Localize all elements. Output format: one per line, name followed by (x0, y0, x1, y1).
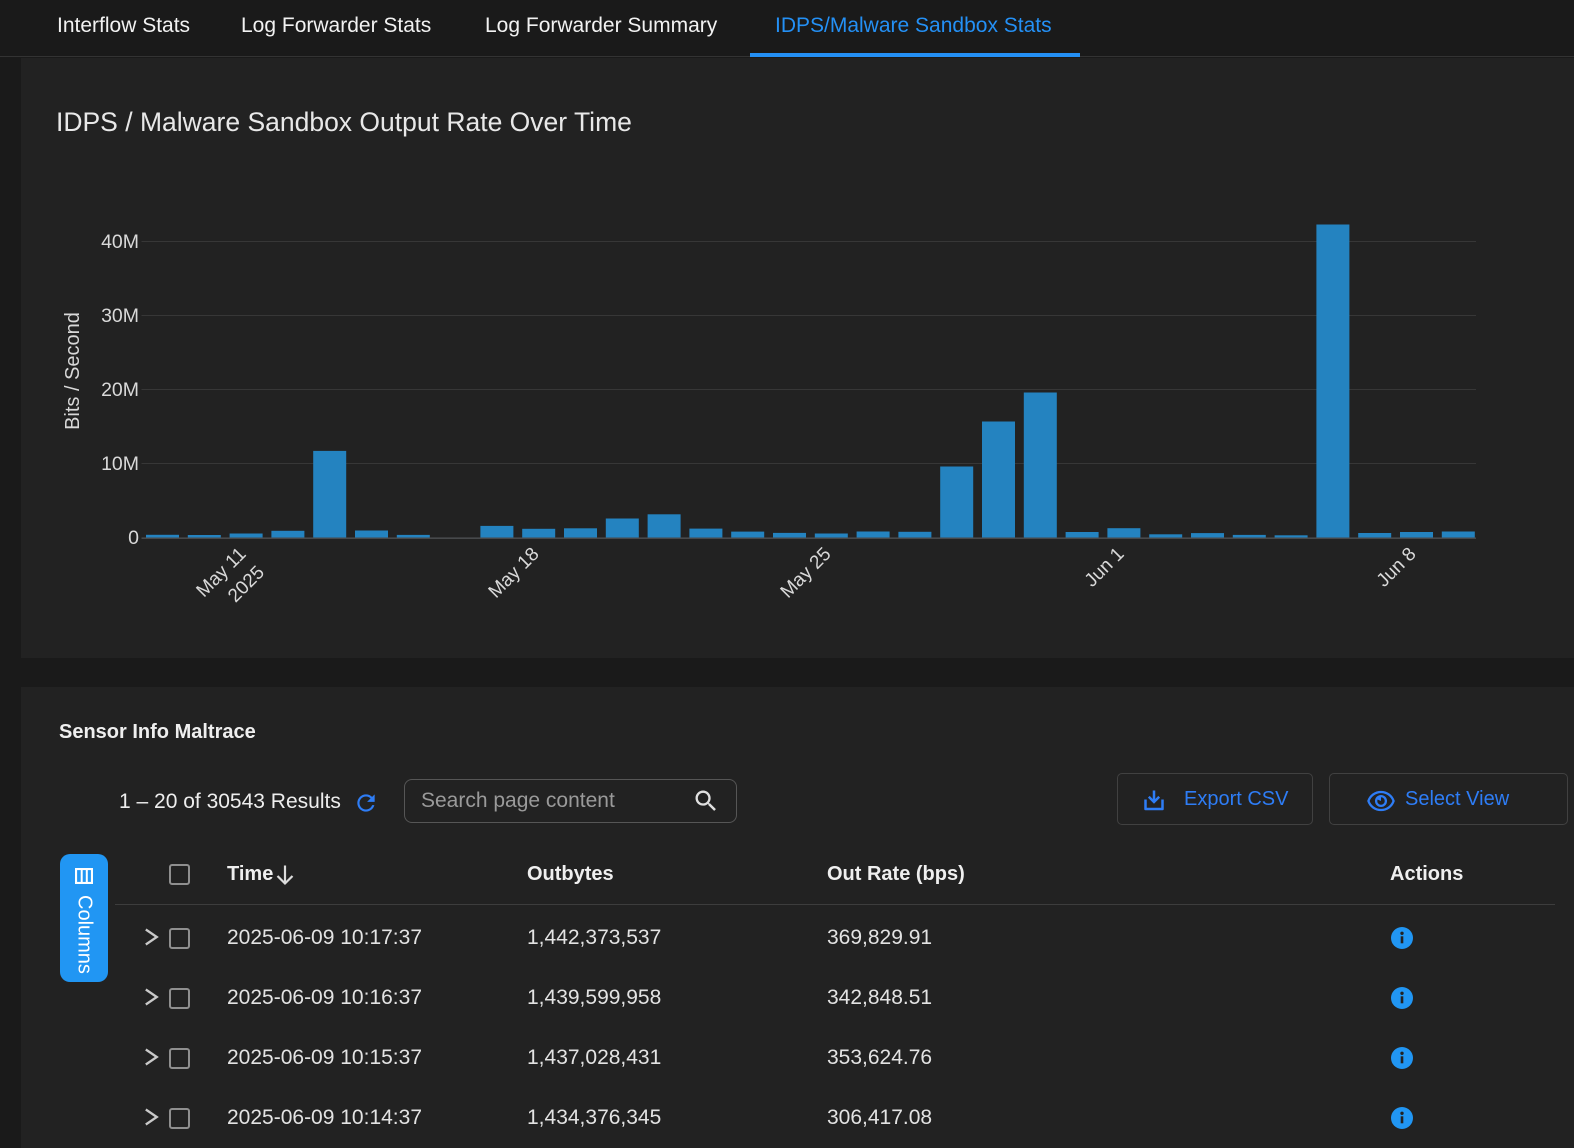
svg-text:May 112025: May 112025 (193, 544, 269, 620)
svg-text:20M: 20M (101, 379, 139, 401)
svg-text:30M: 30M (101, 305, 139, 327)
svg-text:May 25: May 25 (777, 544, 836, 603)
svg-text:Bits / Second: Bits / Second (62, 312, 84, 430)
svg-text:May 18: May 18 (485, 544, 544, 603)
svg-text:Jun 1: Jun 1 (1081, 544, 1129, 592)
svg-text:10M: 10M (101, 453, 139, 475)
svg-text:0: 0 (128, 527, 139, 549)
svg-text:Jun 8: Jun 8 (1373, 544, 1421, 592)
svg-text:40M: 40M (101, 231, 139, 253)
